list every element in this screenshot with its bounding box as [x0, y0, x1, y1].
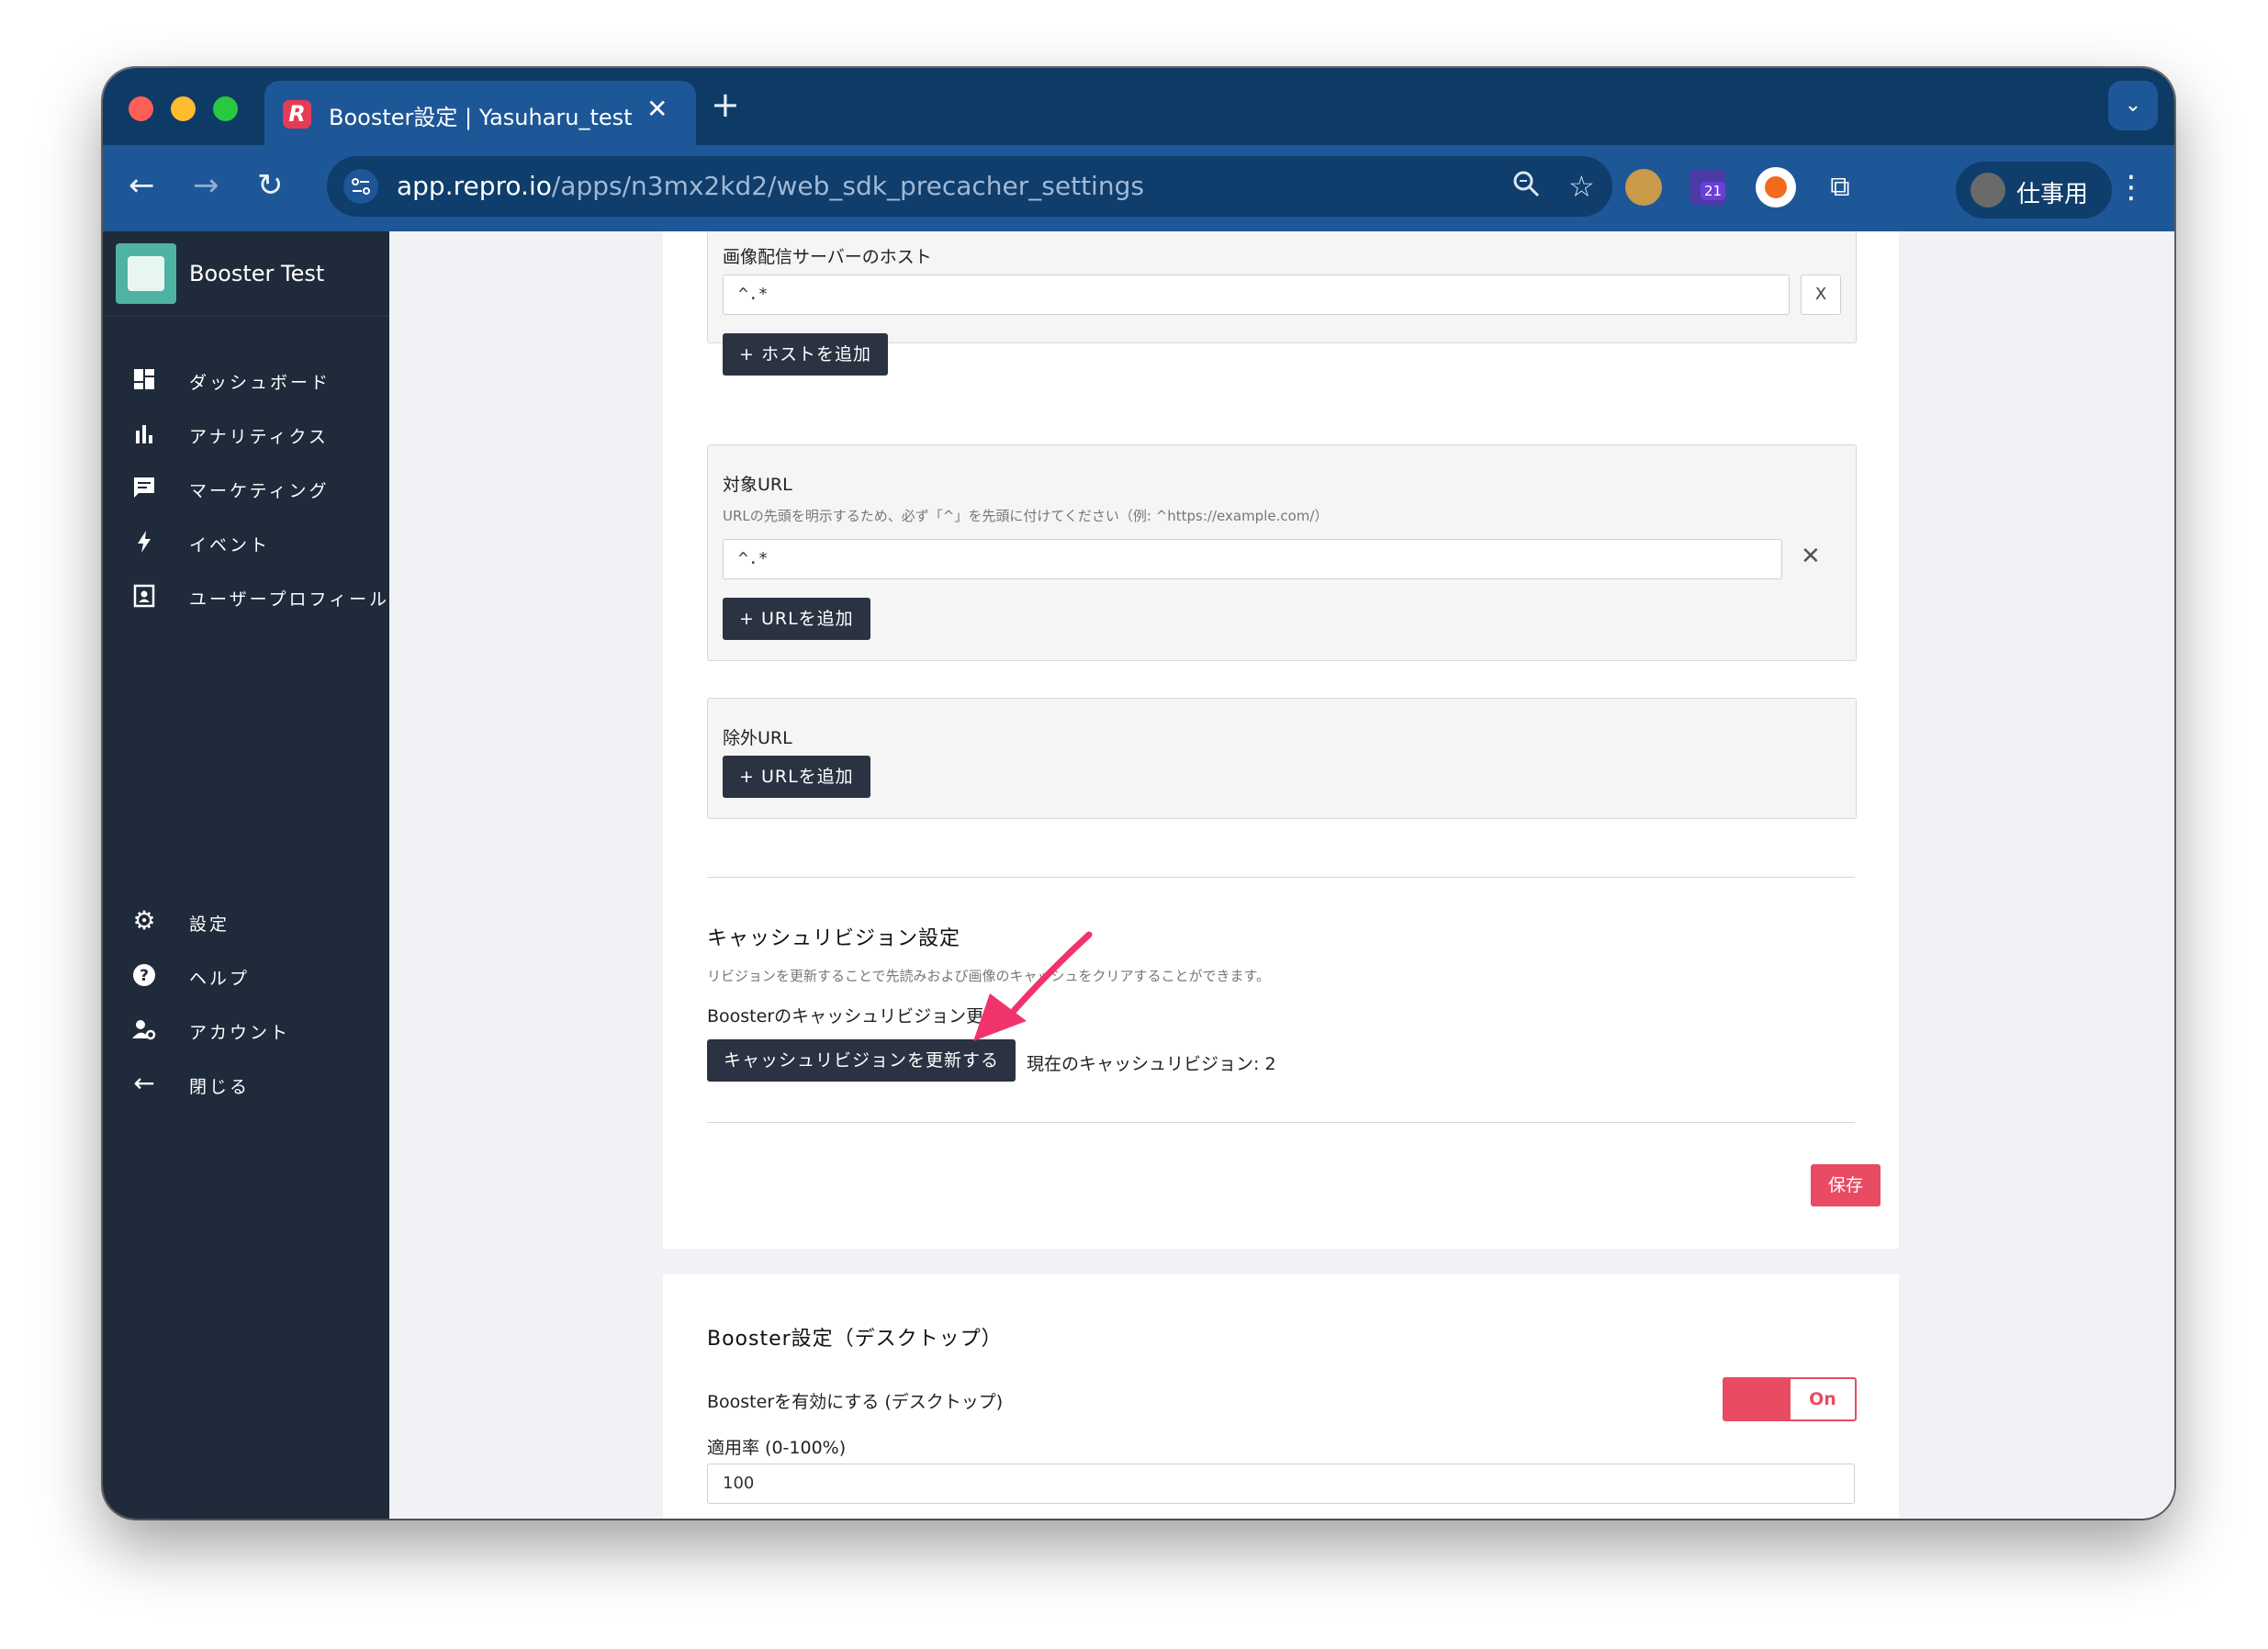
- profile-name: 仕事用: [2016, 181, 2089, 208]
- sidebar-item-dashboard[interactable]: ダッシュボード: [103, 353, 389, 408]
- extension-icon-2[interactable]: 21: [1690, 169, 1726, 206]
- sidebar-item-label: イベント: [189, 535, 271, 555]
- target-url-box: 対象URL URLの先頭を明示するため、必ず「^」を先頭に付けてください（例: …: [707, 444, 1857, 661]
- booster-settings-card: 画像配信サーバーのホスト ^.* X + ホストを追加 対象URL URLの先頭…: [663, 231, 1899, 1249]
- desktop-rate-label: 適用率 (0-100%): [707, 1438, 847, 1458]
- toggle-state-label: On: [1809, 1389, 1836, 1409]
- dashboard-icon: [130, 365, 158, 393]
- toggle-fill: [1724, 1379, 1791, 1419]
- sidebar-item-close[interactable]: ← 閉じる: [103, 1057, 389, 1112]
- divider: [707, 1122, 1855, 1123]
- add-target-url-button[interactable]: + URLを追加: [723, 598, 870, 640]
- bookmark-star-icon[interactable]: ☆: [1568, 169, 1595, 204]
- browser-menu-icon[interactable]: ⋮: [2116, 169, 2147, 206]
- image-host-input[interactable]: ^.*: [723, 275, 1790, 315]
- address-bar[interactable]: app.repro.io/apps/n3mx2kd2/web_sdk_preca…: [327, 156, 1612, 217]
- sidebar-item-label: 閉じる: [189, 1077, 251, 1097]
- back-button[interactable]: ←: [129, 165, 155, 206]
- add-host-button[interactable]: + ホストを追加: [723, 333, 888, 376]
- cache-revision-field-label: Boosterのキャッシュリビジョン更新: [707, 1006, 1002, 1026]
- sidebar-item-marketing[interactable]: マーケティング: [103, 461, 389, 516]
- sidebar-item-label: マーケティング: [189, 481, 330, 501]
- extension-icon-3[interactable]: [1756, 167, 1796, 208]
- minimize-window-button[interactable]: [171, 96, 196, 121]
- target-url-input[interactable]: ^.*: [723, 539, 1782, 579]
- tab-search-button[interactable]: ⌄: [2108, 81, 2158, 130]
- desktop-enable-toggle[interactable]: On: [1723, 1377, 1857, 1421]
- sidebar-item-user-profile[interactable]: ユーザープロフィール: [103, 569, 389, 624]
- account-settings-icon: [130, 1015, 158, 1043]
- extensions-puzzle-icon[interactable]: ⧉: [1822, 169, 1858, 206]
- sidebar-item-label: ダッシュボード: [189, 373, 331, 393]
- image-host-label: 画像配信サーバーのホスト: [723, 247, 932, 267]
- sidebar: Booster Test ダッシュボード アナリティクス マーケティング イベン…: [103, 231, 389, 1519]
- tab-close-icon[interactable]: ✕: [646, 94, 668, 124]
- zoom-icon[interactable]: [1511, 169, 1541, 208]
- target-url-hint: URLの先頭を明示するため、必ず「^」を先頭に付けてください（例: ^https…: [723, 508, 1329, 524]
- gear-icon: ⚙: [132, 905, 156, 936]
- save-button[interactable]: 保存: [1811, 1164, 1881, 1206]
- app-name: Booster Test: [189, 261, 325, 286]
- sidebar-item-events[interactable]: イベント: [103, 515, 389, 570]
- maximize-window-button[interactable]: [213, 96, 238, 121]
- cache-revision-title: キャッシュリビジョン設定: [707, 927, 961, 950]
- cache-revision-description: リビジョンを更新することで先読みおよび画像のキャッシュをクリアすることができます…: [707, 968, 1271, 984]
- browser-toolbar: ← → ↻ app.repro.io/apps/n3mx2kd2/web_sdk…: [103, 145, 2174, 231]
- main-content: 画像配信サーバーのホスト ^.* X + ホストを追加 対象URL URLの先頭…: [389, 231, 2174, 1519]
- app-logo: [116, 243, 176, 304]
- sidebar-item-label: アナリティクス: [189, 427, 329, 447]
- avatar: [1970, 173, 2005, 208]
- site-settings-icon[interactable]: [343, 169, 378, 204]
- sidebar-item-help[interactable]: ? ヘルプ: [103, 948, 389, 1004]
- extension-icon-1[interactable]: [1625, 169, 1662, 206]
- sidebar-item-label: アカウント: [189, 1023, 291, 1043]
- current-cache-revision: 現在のキャッシュリビジョン: 2: [1027, 1054, 1276, 1074]
- desktop-enable-label: Boosterを有効にする (デスクトップ): [707, 1392, 1004, 1412]
- image-host-box: 画像配信サーバーのホスト ^.* X + ホストを追加: [707, 231, 1857, 376]
- repro-logo-icon: R: [283, 100, 311, 129]
- sidebar-item-label: 設定: [189, 914, 230, 935]
- arrow-left-icon: ←: [133, 1068, 155, 1098]
- svg-text:?: ?: [140, 967, 149, 985]
- extension-badge: 21: [1701, 182, 1726, 200]
- forward-button[interactable]: →: [193, 165, 219, 206]
- sidebar-item-account[interactable]: アカウント: [103, 1003, 389, 1058]
- sidebar-item-label: ユーザープロフィール: [189, 589, 390, 610]
- divider: [707, 877, 1855, 878]
- booster-desktop-card: Booster設定（デスクトップ） Boosterを有効にする (デスクトップ)…: [663, 1274, 1899, 1519]
- reload-button[interactable]: ↻: [257, 165, 284, 206]
- close-window-button[interactable]: [129, 96, 153, 121]
- remove-host-button[interactable]: X: [1801, 275, 1841, 315]
- url-text: app.repro.io/apps/n3mx2kd2/web_sdk_preca…: [397, 171, 1144, 201]
- active-tab[interactable]: R Booster設定 | Yasuharu_test ✕: [264, 81, 696, 145]
- add-exclude-url-button[interactable]: + URLを追加: [723, 756, 870, 798]
- bolt-icon: [130, 528, 158, 555]
- tab-strip: R Booster設定 | Yasuharu_test ✕ + ⌄: [103, 68, 2174, 145]
- remove-url-icon[interactable]: ✕: [1801, 543, 1821, 570]
- profile-button[interactable]: 仕事用: [1956, 162, 2112, 219]
- desktop-settings-title: Booster設定（デスクトップ）: [707, 1328, 1003, 1351]
- target-url-label: 対象URL: [723, 475, 792, 495]
- app-header[interactable]: Booster Test: [103, 231, 389, 317]
- bar-chart-icon: [130, 420, 158, 447]
- exclude-url-box: 除外URL + URLを追加: [707, 698, 1857, 819]
- new-tab-button[interactable]: +: [711, 86, 740, 123]
- profile-icon: [130, 582, 158, 610]
- browser-window: R Booster設定 | Yasuharu_test ✕ + ⌄ ← → ↻ …: [103, 68, 2174, 1519]
- update-cache-revision-button[interactable]: キャッシュリビジョンを更新する: [707, 1039, 1016, 1082]
- sidebar-item-label: ヘルプ: [189, 969, 251, 989]
- desktop-rate-input[interactable]: 100: [707, 1464, 1855, 1504]
- sidebar-item-settings[interactable]: ⚙ 設定: [103, 894, 389, 949]
- exclude-url-label: 除外URL: [723, 728, 792, 748]
- sidebar-item-analytics[interactable]: アナリティクス: [103, 407, 389, 462]
- tab-title: Booster設定 | Yasuharu_test: [329, 105, 633, 130]
- help-icon: ?: [130, 961, 158, 989]
- message-icon: [130, 474, 158, 501]
